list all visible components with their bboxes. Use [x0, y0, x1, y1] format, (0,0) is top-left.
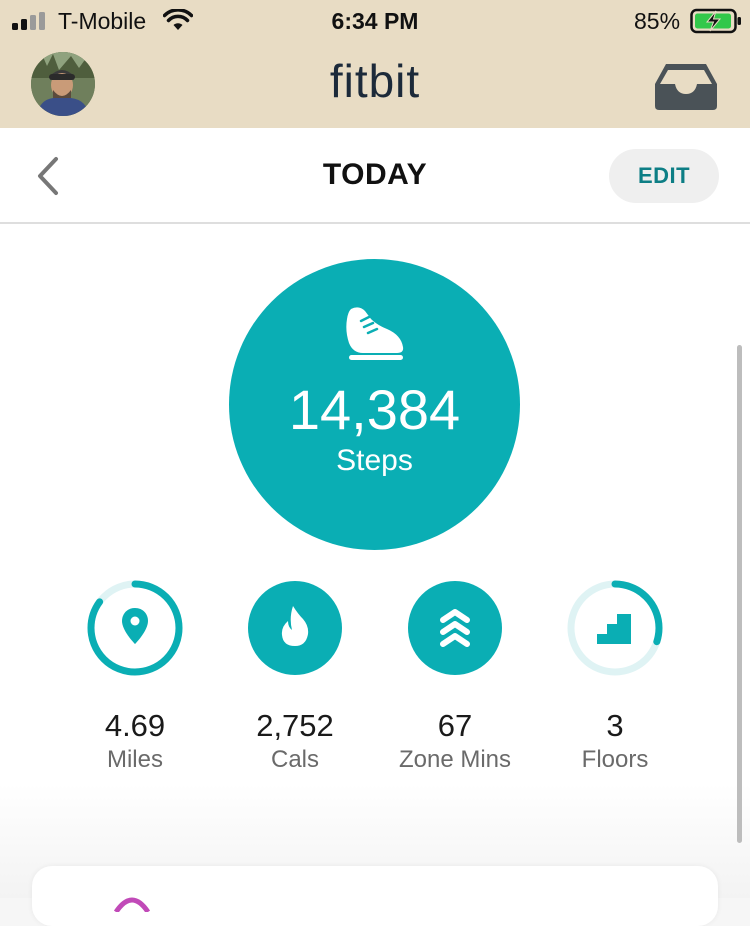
inbox-icon[interactable] [654, 62, 718, 112]
fitbit-logo: fitbit [329, 55, 421, 107]
stat-label: Zone Mins [398, 746, 512, 773]
battery-percent: 85% [634, 8, 681, 34]
battery-charging-icon [690, 8, 741, 34]
stairs-icon [597, 614, 631, 644]
shoe-icon [346, 307, 404, 360]
nav-bar: TODAY EDIT [0, 128, 750, 224]
steps-value: 14,384 [288, 378, 461, 441]
stat-value: 3 [606, 708, 624, 743]
edit-button[interactable]: EDIT [609, 149, 719, 203]
steps-label: Steps [336, 444, 413, 477]
status-bar: T-Mobile 6:34 PM 85% [0, 0, 750, 44]
stat-label: Miles [106, 746, 163, 773]
calories-progress-ring [248, 581, 342, 675]
stat-zone-minutes[interactable]: 67 Zone Mins [375, 580, 535, 780]
steps-tile[interactable]: 14,384 Steps [229, 259, 520, 550]
stat-calories[interactable]: 2,752 Cals [215, 580, 375, 780]
app-header-band: T-Mobile 6:34 PM 85% fitbit [0, 0, 750, 128]
scrollbar[interactable] [737, 345, 742, 843]
floors-progress-ring [567, 580, 663, 676]
heart-rate-icon [113, 897, 151, 912]
stat-value: 2,752 [256, 708, 334, 743]
stat-label: Cals [270, 746, 319, 773]
stat-label: Floors [581, 746, 649, 773]
dashboard-main: 14,384 Steps 4.69 Miles 2,752 Cals 67 Zo… [0, 224, 750, 898]
next-tile-card[interactable] [32, 866, 718, 926]
stat-miles[interactable]: 4.69 Miles [55, 580, 215, 780]
stat-floors[interactable]: 3 Floors [535, 580, 695, 780]
stat-value: 67 [437, 708, 473, 743]
zone-minutes-progress-ring [408, 581, 502, 675]
stat-value: 4.69 [104, 708, 166, 743]
miles-progress-ring [87, 580, 183, 676]
location-pin-icon [122, 608, 148, 644]
